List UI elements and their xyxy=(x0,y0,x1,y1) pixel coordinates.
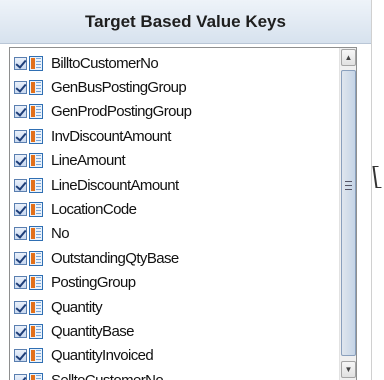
table-field-icon xyxy=(29,275,43,291)
table-field-icon xyxy=(29,104,43,120)
field-checklist[interactable]: BilltoCustomerNo GenBusPostingGroup GenP… xyxy=(9,47,357,380)
field-label: PostingGroup xyxy=(51,274,136,292)
checkbox-checked-icon[interactable] xyxy=(14,324,27,338)
list-item[interactable]: Quantity xyxy=(10,295,340,319)
list-item[interactable]: GenBusPostingGroup xyxy=(10,75,340,99)
field-label: SelltoCustomerNo xyxy=(51,372,164,380)
chevron-up-icon: ▲ xyxy=(344,53,353,62)
field-label: LocationCode xyxy=(51,201,137,219)
table-field-icon xyxy=(29,80,43,96)
checkbox-checked-icon[interactable] xyxy=(14,373,27,380)
table-field-icon xyxy=(29,153,43,169)
list-item[interactable]: OutstandingQtyBase xyxy=(10,246,340,270)
table-field-icon xyxy=(29,323,43,339)
table-field-icon xyxy=(29,299,43,315)
table-field-icon xyxy=(29,128,43,144)
table-field-icon xyxy=(29,226,43,242)
scroll-up-button[interactable]: ▲ xyxy=(341,49,356,66)
field-label: Quantity xyxy=(51,298,103,316)
table-field-icon xyxy=(29,55,43,71)
table-field-icon xyxy=(29,250,43,266)
table-field-icon xyxy=(29,372,43,380)
list-item[interactable]: InvDiscountAmount xyxy=(10,124,340,148)
checkbox-checked-icon[interactable] xyxy=(14,276,27,290)
field-label: InvDiscountAmount xyxy=(51,127,171,145)
field-label: OutstandingQtyBase xyxy=(51,249,179,267)
field-label: QuantityInvoiced xyxy=(51,347,154,365)
checkbox-checked-icon[interactable] xyxy=(14,227,27,241)
grip-icon xyxy=(345,181,352,190)
field-label: GenBusPostingGroup xyxy=(51,79,187,97)
scroll-down-button[interactable]: ▼ xyxy=(341,361,356,378)
field-label: LineDiscountAmount xyxy=(51,176,179,194)
field-label: LineAmount xyxy=(51,152,126,170)
list-item[interactable]: LineAmount xyxy=(10,149,340,173)
list-item[interactable]: BilltoCustomerNo xyxy=(10,51,340,75)
field-list: BilltoCustomerNo GenBusPostingGroup GenP… xyxy=(10,51,340,380)
list-item[interactable]: SelltoCustomerNo xyxy=(10,368,340,380)
panel-title: Target Based Value Keys xyxy=(0,0,371,44)
list-item[interactable]: QuantityInvoiced xyxy=(10,344,340,368)
table-field-icon xyxy=(29,177,43,193)
vertical-scrollbar[interactable]: ▲ ▼ xyxy=(339,48,356,380)
checkbox-checked-icon[interactable] xyxy=(14,349,27,363)
target-value-keys-panel: Target Based Value Keys BilltoCustomerNo… xyxy=(0,0,372,380)
checkbox-checked-icon[interactable] xyxy=(14,300,27,314)
list-item[interactable]: No xyxy=(10,222,340,246)
checkbox-checked-icon[interactable] xyxy=(14,251,27,265)
field-label: BilltoCustomerNo xyxy=(51,54,159,72)
table-field-icon xyxy=(29,348,43,364)
field-label: QuantityBase xyxy=(51,322,134,340)
checkbox-checked-icon[interactable] xyxy=(14,81,27,95)
list-item[interactable]: LocationCode xyxy=(10,197,340,221)
table-field-icon xyxy=(29,202,43,218)
list-item[interactable]: PostingGroup xyxy=(10,271,340,295)
checkbox-checked-icon[interactable] xyxy=(14,56,27,70)
checkbox-checked-icon[interactable] xyxy=(14,203,27,217)
scrollbar-thumb[interactable] xyxy=(341,70,356,356)
field-label: No xyxy=(51,225,70,243)
checkbox-checked-icon[interactable] xyxy=(14,129,27,143)
list-item[interactable]: LineDiscountAmount xyxy=(10,173,340,197)
checkbox-checked-icon[interactable] xyxy=(14,105,27,119)
checkbox-checked-icon[interactable] xyxy=(14,178,27,192)
field-label: GenProdPostingGroup xyxy=(51,103,192,121)
list-item[interactable]: QuantityBase xyxy=(10,319,340,343)
list-item[interactable]: GenProdPostingGroup xyxy=(10,100,340,124)
text-cursor-icon xyxy=(372,166,382,188)
chevron-down-icon: ▼ xyxy=(344,365,353,374)
checkbox-checked-icon[interactable] xyxy=(14,154,27,168)
